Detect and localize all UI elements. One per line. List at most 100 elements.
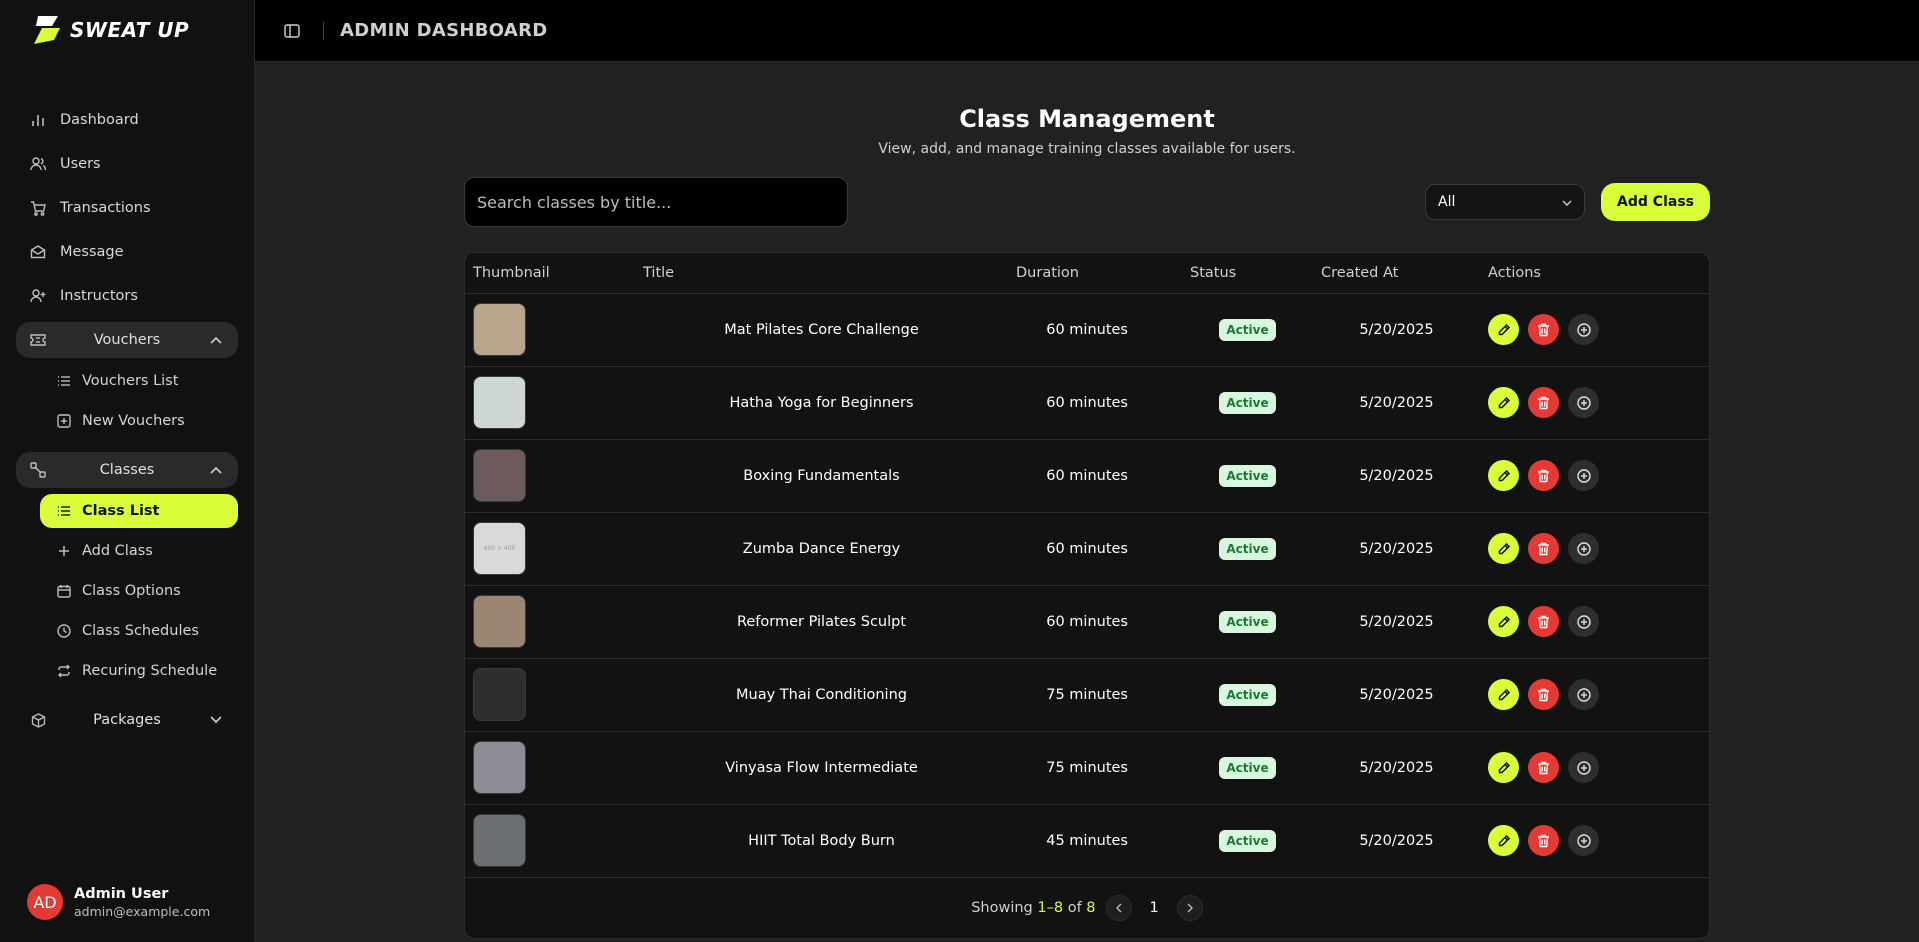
thumbnail-cell [465,293,635,367]
chevron-left-icon [1115,903,1122,912]
thumbnail-placeholder-text: 400 × 400 [483,545,516,552]
table-row: Muay Thai Conditioning 75 minutes Active 5/… [465,658,1709,732]
pencil-icon [1497,323,1511,337]
sidebar-item-class-options[interactable]: Class Options [40,574,238,608]
page-number[interactable]: 1 [1150,900,1159,916]
edit-button[interactable] [1488,533,1519,564]
sidebar-toggle-icon[interactable] [283,22,301,40]
actions-cell [1480,731,1709,805]
status-filter-select[interactable]: All [1425,184,1586,220]
sidebar-item-label: Add Class [82,543,153,559]
delete-button[interactable] [1528,679,1559,710]
delete-button[interactable] [1528,460,1559,491]
add-schedule-button[interactable] [1568,533,1599,564]
prev-page-button[interactable] [1105,894,1132,921]
delete-button[interactable] [1528,387,1559,418]
add-schedule-button[interactable] [1568,679,1599,710]
class-title: Mat Pilates Core Challenge [635,293,1008,367]
sidebar-item-dashboard[interactable]: Dashboard [16,102,238,138]
user-profile[interactable]: AD Admin User admin@example.com [27,884,210,920]
sidebar-group-vouchers[interactable]: Vouchers [16,322,238,358]
created-at: 5/20/2025 [1313,512,1480,586]
table-row: Vinyasa Flow Intermediate 75 minutes Activ… [465,731,1709,805]
status-cell: Active [1182,293,1313,367]
class-title: Hatha Yoga for Beginners [635,366,1008,440]
search-input[interactable] [464,177,848,227]
pencil-icon [1497,761,1511,775]
delete-button[interactable] [1528,825,1559,856]
status-badge: Active [1219,756,1276,779]
created-at: 5/20/2025 [1313,804,1480,878]
class-duration: 60 minutes [1008,293,1182,367]
add-schedule-button[interactable] [1568,825,1599,856]
column-header-created-at: Created At [1313,253,1480,294]
created-at: 5/20/2025 [1313,658,1480,732]
plus-circle-icon [1576,541,1591,556]
column-header-title: Title [635,253,1008,294]
pencil-icon [1497,688,1511,702]
sidebar-item-add-class[interactable]: Add Class [40,534,238,568]
edit-button[interactable] [1488,752,1519,783]
classes-submenu: Class List Add Class Class Options Class… [16,494,238,688]
add-schedule-button[interactable] [1568,606,1599,637]
thumbnail-cell [465,658,635,732]
edit-button[interactable] [1488,606,1519,637]
table-row: 400 × 400 Zumba Dance Energy 60 minutes Act… [465,512,1709,586]
sidebar-item-users[interactable]: Users [16,146,238,182]
trash-icon [1537,396,1550,410]
trash-icon [1537,761,1550,775]
chevron-up-icon [208,462,224,478]
add-schedule-button[interactable] [1568,752,1599,783]
sidebar-item-new-vouchers[interactable]: New Vouchers [40,404,238,438]
sidebar-item-class-list[interactable]: Class List [40,494,238,528]
trash-icon [1537,688,1550,702]
sidebar-group-packages[interactable]: Packages [16,702,238,738]
sidebar-item-transactions[interactable]: Transactions [16,190,238,226]
vouchers-submenu: Vouchers List New Vouchers [16,364,238,438]
edit-button[interactable] [1488,314,1519,345]
status-filter-value: All [1438,194,1456,210]
status-badge: Active [1219,610,1276,633]
next-page-button[interactable] [1176,894,1203,921]
sidebar-item-message[interactable]: Message [16,234,238,270]
brand-logo[interactable]: SWEAT UP [32,14,189,46]
delete-button[interactable] [1528,533,1559,564]
edit-button[interactable] [1488,679,1519,710]
sidebar-item-vouchers-list[interactable]: Vouchers List [40,364,238,398]
list-icon [56,503,72,519]
edit-button[interactable] [1488,825,1519,856]
class-duration: 60 minutes [1008,512,1182,586]
ticket-icon [30,332,46,348]
chevron-up-icon [208,332,224,348]
pagination-range: 1–8 [1037,899,1064,916]
mail-icon [30,244,46,260]
sidebar-item-instructors[interactable]: Instructors [16,278,238,314]
add-class-button[interactable]: Add Class [1601,183,1710,221]
sidebar: SWEAT UP Dashboard Users Transactions Me… [0,0,255,942]
user-plus-icon [30,288,46,304]
users-icon [30,156,46,172]
add-schedule-button[interactable] [1568,387,1599,418]
actions-cell [1480,512,1709,586]
sidebar-item-label: New Vouchers [82,413,185,429]
created-at: 5/20/2025 [1313,439,1480,513]
class-title: Muay Thai Conditioning [635,658,1008,732]
edit-button[interactable] [1488,387,1519,418]
sidebar-item-recuring-schedule[interactable]: Recuring Schedule [40,654,238,688]
pencil-icon [1497,615,1511,629]
add-schedule-button[interactable] [1568,460,1599,491]
class-title: Boxing Fundamentals [635,439,1008,513]
delete-button[interactable] [1528,314,1559,345]
sidebar-group-classes[interactable]: Classes [16,452,238,488]
class-duration: 60 minutes [1008,366,1182,440]
class-title: HIIT Total Body Burn [635,804,1008,878]
delete-button[interactable] [1528,752,1559,783]
edit-button[interactable] [1488,460,1519,491]
pencil-icon [1497,834,1511,848]
delete-button[interactable] [1528,606,1559,637]
list-icon [56,373,72,389]
sidebar-group-label: Vouchers [93,332,161,348]
sidebar-item-class-schedules[interactable]: Class Schedules [40,614,238,648]
pagination: Showing 1–8 of 8 1 [465,878,1709,938]
add-schedule-button[interactable] [1568,314,1599,345]
